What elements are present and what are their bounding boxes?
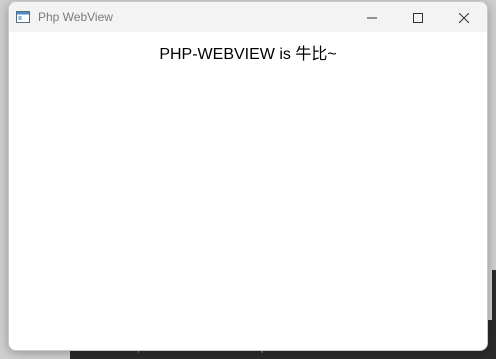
close-button[interactable]: [441, 2, 487, 32]
desktop: 16. $webview->setHTML( '<center>PHP-WEBV…: [0, 0, 496, 359]
window-title: Php WebView: [38, 10, 113, 24]
webview-content: PHP-WEBVIEW is 牛比~: [9, 32, 487, 350]
editor-edge: [492, 270, 496, 320]
centered-message: PHP-WEBVIEW is 牛比~: [159, 46, 337, 63]
title-bar[interactable]: Php WebView: [9, 2, 487, 32]
maximize-button[interactable]: [395, 2, 441, 32]
app-window-icon: [16, 10, 30, 24]
minimize-icon: [367, 8, 377, 27]
close-icon: [458, 8, 470, 27]
maximize-icon: [413, 8, 423, 27]
window-controls: [349, 2, 487, 32]
minimize-button[interactable]: [349, 2, 395, 32]
webview-window: Php WebView PHP-WEBVIEW is 牛比~: [8, 1, 488, 351]
